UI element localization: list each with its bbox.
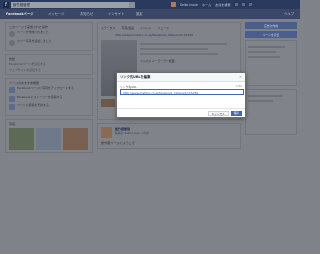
photo-grid	[9, 127, 89, 150]
flag-icon	[9, 31, 15, 37]
tab-photo-video[interactable]: 写真/動画	[121, 26, 134, 30]
list-item-label: Facebookページに写真をアップロードする	[17, 86, 74, 91]
upload-photo-icon	[9, 87, 15, 94]
post-author-block: 飯竹蔵管理 投稿者: Seiko Inoue · 2分前	[115, 127, 149, 138]
panel-line	[248, 46, 285, 48]
url-input-value: http://www.tcetdoc.co.jp/facebook_infopo…	[123, 91, 199, 95]
recommendations-box: ページのおすすめ機能 Facebookページに写真をアップロードする Faceb…	[5, 78, 93, 116]
promote-box: 告知 Facebookページを宣伝する ウェブサイトを宣伝する	[5, 54, 93, 76]
search-text: 飯竹蔵管理	[13, 2, 30, 7]
panel-line	[248, 56, 281, 58]
notifications-icon[interactable]	[248, 3, 252, 6]
list-item[interactable]: Facebookにストーリーを投稿する	[9, 94, 89, 102]
photo-icon	[9, 39, 15, 46]
activity-title: このページで実施された操作	[9, 25, 48, 29]
sidebar-panel	[245, 40, 297, 86]
sidebar-panel	[245, 89, 297, 135]
tab-insights[interactable]: インサイト	[108, 9, 124, 19]
facebook-logo-icon[interactable]: f	[3, 1, 9, 8]
list-item-label: ページが作成されました	[17, 30, 49, 34]
post-text: 飯竹蔵ページにようこそ	[101, 141, 135, 145]
page-tab-bar: Facebookページ メッセージ お知らせ インサイト 設定 ヘルプ	[0, 9, 300, 19]
list-item[interactable]: ページが作成されました	[9, 30, 89, 37]
find-friends-link[interactable]: 友達を検索	[215, 2, 230, 7]
create-ad-button[interactable]: 広告を作成	[245, 22, 297, 29]
char-count: 0/50	[236, 85, 242, 88]
left-column: このページで実施された操作 ページが作成されました カバー写真を追加しました 告…	[5, 22, 93, 156]
search-input[interactable]: 飯竹蔵管理	[11, 1, 135, 8]
tab-notifications[interactable]: お知らせ	[80, 9, 93, 19]
url-input[interactable]: http://www.tcetdoc.co.jp/facebook_infopo…	[120, 89, 244, 95]
list-item[interactable]: カバー写真を追加しました	[9, 38, 89, 46]
search-icon[interactable]	[129, 1, 135, 8]
post-header: 飯竹蔵管理 投稿者: Seiko Inoue · 2分前	[101, 127, 237, 138]
top-bar: f 飯竹蔵管理 Seiko Inoue ホーム 友達を検索	[0, 0, 300, 9]
close-icon[interactable]: ×	[239, 73, 242, 82]
promote-title: 告知	[9, 57, 16, 61]
photos-title: 写真	[9, 121, 16, 126]
edit-link-dialog: リンク先URLを編集 × リンク先URL 0/50 http://www.tce…	[116, 72, 246, 118]
panel-line	[248, 51, 276, 53]
promote-page-link[interactable]: Facebookページを宣伝する	[9, 62, 89, 67]
dialog-title: リンク先URLを編集	[120, 75, 151, 79]
preview-thumbnail[interactable]	[101, 99, 115, 107]
photo-thumbnail[interactable]	[36, 127, 61, 150]
list-item[interactable]: Facebookページに写真をアップロードする	[9, 86, 89, 94]
preview-line	[140, 53, 218, 55]
top-right-nav: Seiko Inoue ホーム 友達を検索	[171, 0, 252, 9]
tab-status[interactable]: ステータス	[101, 26, 115, 30]
panel-line	[248, 95, 283, 97]
dialog-footer: キャンセル 保存	[117, 108, 245, 117]
list-item-label: Facebookにストーリーを投稿する	[17, 94, 63, 99]
photos-box: 写真	[5, 118, 93, 153]
friends-icon[interactable]	[234, 3, 238, 6]
photo-thumbnail[interactable]	[9, 127, 34, 150]
activity-box: このページで実施された操作 ページが作成されました カバー写真を追加しました	[5, 22, 93, 51]
list-item[interactable]: ページに投稿を予約する	[9, 103, 89, 111]
tab-news[interactable]: ニュース	[158, 26, 169, 30]
preview-line	[140, 48, 208, 50]
avatar[interactable]	[101, 127, 112, 138]
list-item-label: ページに投稿を予約する	[17, 103, 49, 108]
dialog-header: リンク先URLを編集 ×	[117, 73, 245, 82]
schedule-icon	[9, 104, 15, 111]
photo-thumbnail[interactable]	[63, 127, 88, 150]
feed-post: 飯竹蔵管理 投稿者: Seiko Inoue · 2分前 飯竹蔵ページにようこそ	[97, 123, 241, 149]
promote-website-link[interactable]: ウェブサイトを宣伝する	[9, 68, 89, 73]
user-name-link[interactable]: Seiko Inoue	[180, 3, 198, 7]
tab-event[interactable]: イベント	[140, 26, 152, 30]
tab-messages[interactable]: メッセージ	[48, 9, 64, 19]
recommendations-title: ページのおすすめ機能	[9, 81, 39, 86]
help-link[interactable]: ヘルプ	[284, 9, 294, 19]
composer-link-text[interactable]: http://www.tcetdoc.co.jp/facebook_infopo…	[115, 33, 237, 37]
panel-line	[248, 100, 274, 102]
save-button[interactable]: 保存	[230, 111, 242, 116]
tab-settings[interactable]: 設定	[136, 9, 143, 19]
list-item-label: カバー写真を追加しました	[17, 38, 52, 43]
right-column: 広告を作成 ページを宣伝	[245, 22, 297, 138]
preview-line	[140, 43, 228, 45]
post-meta: 投稿者: Seiko Inoue · 2分前	[115, 132, 149, 135]
messages-icon[interactable]	[241, 3, 245, 6]
cancel-button[interactable]: キャンセル	[207, 111, 229, 116]
home-link[interactable]: ホーム	[202, 2, 211, 7]
story-icon	[9, 95, 15, 102]
avatar[interactable]	[171, 2, 176, 7]
tab-page[interactable]: Facebookページ	[6, 9, 33, 19]
preview-caption: ミシカドメーラーラー紙面	[140, 59, 175, 63]
promote-page-button[interactable]: ページを宣伝	[245, 31, 297, 38]
composer-tabs: ステータス 写真/動画 イベント ニュース	[101, 26, 237, 30]
